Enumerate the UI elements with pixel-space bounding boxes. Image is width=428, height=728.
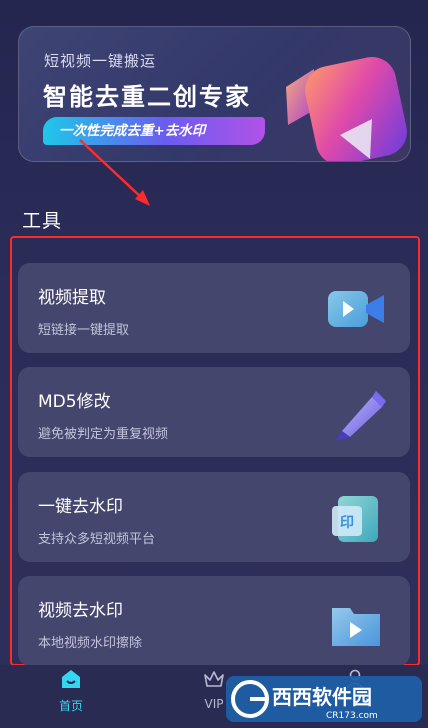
banner-tagline-pill: 一次性完成去重+去水印 bbox=[43, 117, 265, 145]
promo-banner[interactable]: 短视频一键搬运 智能去重二创专家 一次性完成去重+去水印 bbox=[18, 26, 411, 162]
folder-play-icon bbox=[332, 608, 380, 646]
tool-card-video-watermark[interactable]: 视频去水印 本地视频水印擦除 bbox=[18, 576, 410, 666]
nav-label-home: 首页 bbox=[58, 699, 83, 713]
watermark-brand: 西西软件园 bbox=[272, 685, 372, 709]
tool-card-video-extract[interactable]: 视频提取 短链接一键提取 bbox=[18, 263, 410, 353]
watermark-domain: CR173.com bbox=[326, 711, 378, 721]
banner-title: 智能去重二创专家 bbox=[43, 83, 251, 111]
banner-subtitle: 短视频一键搬运 bbox=[44, 52, 157, 70]
pen-icon bbox=[336, 391, 386, 441]
home-icon bbox=[62, 670, 80, 688]
nav-item-home[interactable]: 首页 bbox=[36, 669, 106, 714]
video-camera-icon bbox=[328, 291, 384, 327]
watermark-seal-icon: 印 bbox=[332, 496, 378, 542]
tool-card-one-click-watermark[interactable]: 一键去水印 支持众多短视频平台 印 bbox=[18, 472, 410, 562]
tool-card-desc: 支持众多短视频平台 bbox=[38, 532, 156, 547]
tool-card-desc: 本地视频水印擦除 bbox=[38, 636, 143, 651]
crown-icon bbox=[204, 671, 224, 687]
svg-text:印: 印 bbox=[340, 514, 354, 531]
tools-section-title: 工具 bbox=[22, 210, 63, 232]
tool-card-title: 视频去水印 bbox=[38, 601, 123, 621]
video-camera-illustration-icon bbox=[286, 56, 407, 161]
site-watermark-logo: 西西软件园 CR173.com bbox=[226, 676, 422, 722]
tool-card-md5-modify[interactable]: MD5修改 避免被判定为重复视频 bbox=[18, 367, 410, 457]
tool-card-desc: 避免被判定为重复视频 bbox=[38, 427, 169, 442]
tool-card-desc: 短链接一键提取 bbox=[38, 323, 130, 338]
tool-card-title: 一键去水印 bbox=[38, 497, 123, 517]
tool-card-title: 视频提取 bbox=[38, 288, 106, 308]
tool-card-title: MD5修改 bbox=[38, 392, 111, 412]
